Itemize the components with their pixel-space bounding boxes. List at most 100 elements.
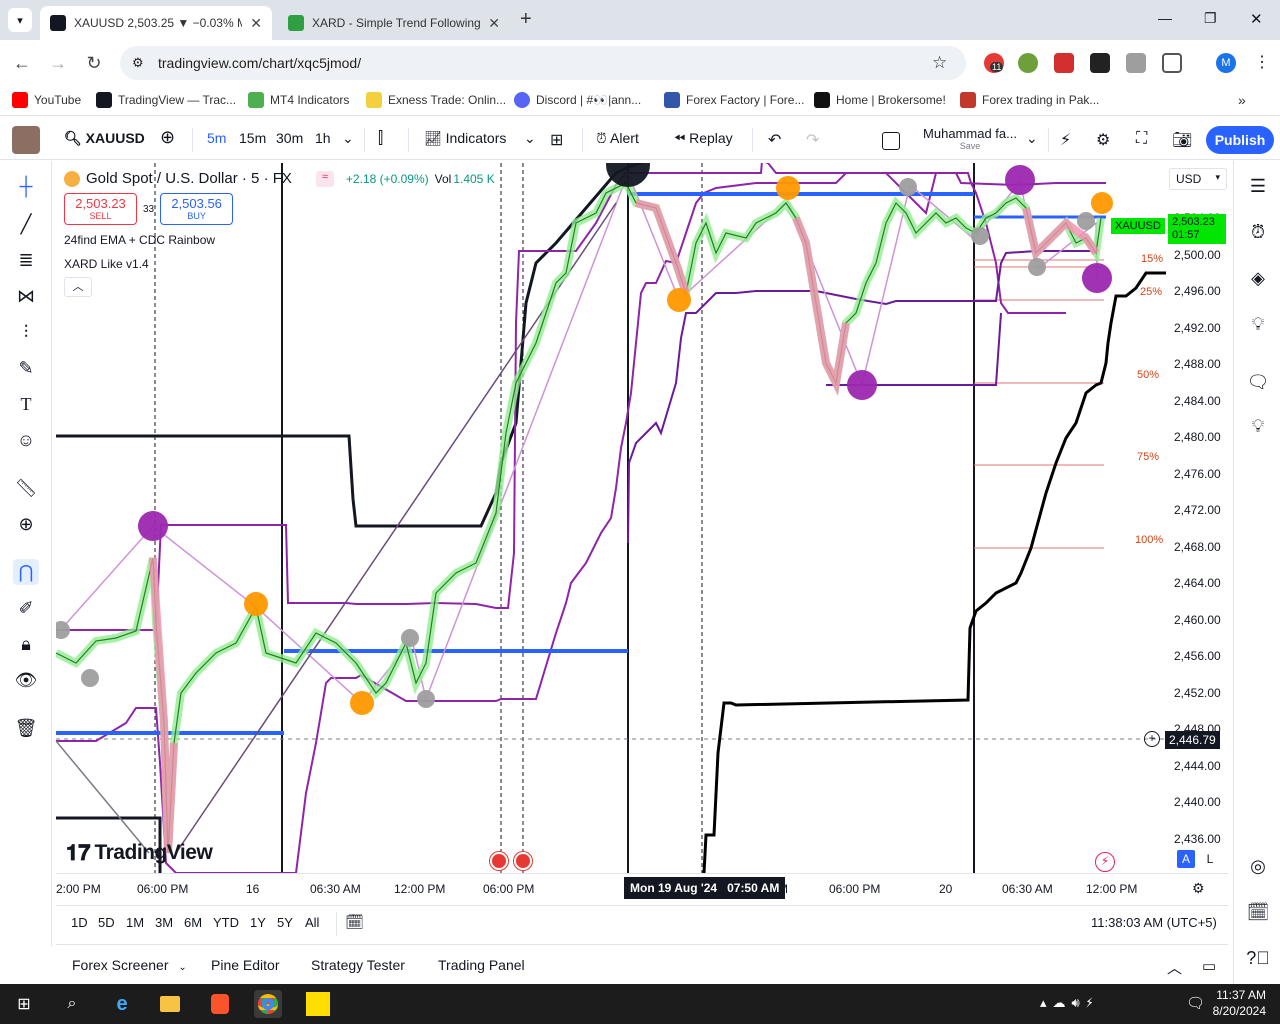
lightning-event-icon[interactable]: ⚡︎ (1095, 852, 1115, 872)
range-1d[interactable]: 1D (71, 915, 88, 930)
bookmark-forex-pak[interactable]: Forex trading in Pak... (960, 92, 1099, 108)
pattern-tool-icon[interactable]: ⋈ (13, 283, 39, 309)
more-bookmarks-button[interactable]: » (1238, 92, 1246, 108)
range-3m[interactable]: 3M (155, 915, 173, 930)
brush-tool-icon[interactable]: ✎ (13, 355, 39, 381)
panel-collapse-chevron-icon[interactable]: ︿ (1167, 957, 1182, 978)
notifications-icon[interactable]: 🗨︎ (1186, 994, 1205, 1012)
close-icon[interactable]: ✕ (480, 15, 500, 32)
fib-retracement-tool-icon[interactable]: ≣ (13, 247, 39, 273)
alert-button[interactable]: ⏰︎ Alert (596, 130, 639, 147)
user-avatar[interactable] (12, 126, 40, 154)
chrome-browser-icon[interactable] (254, 990, 282, 1018)
trend-line-tool-icon[interactable]: ╱ (13, 211, 39, 237)
interval-30m[interactable]: 30m (276, 130, 303, 146)
fullscreen-icon[interactable]: ⛶ (1136, 130, 1147, 148)
layout-chevron-icon[interactable]: ⌄ (1026, 130, 1038, 147)
object-tree-layers-icon[interactable]: ◈ (1245, 265, 1271, 291)
taskbar-clock[interactable]: 11:37 AM 8/20/2024 (1206, 988, 1266, 1018)
search-icon[interactable]: ⌕ (58, 990, 86, 1018)
bookmark-discord[interactable]: Discord | #👀|ann... (514, 92, 641, 108)
extension-recorder-icon[interactable]: 11 (984, 53, 1004, 73)
range-5d[interactable]: 5D (98, 915, 115, 930)
zoom-in-icon[interactable]: ⊕ (13, 511, 39, 537)
time-axis[interactable]: 2:00 PM 06:00 PM 16 06:30 AM 12:00 PM 06… (56, 873, 1228, 901)
bookmark-tradingview[interactable]: TradingView — Trac... (96, 92, 236, 108)
interval-15m[interactable]: 15m (239, 130, 266, 146)
interval-dropdown-chevron-icon[interactable]: ⌄ (342, 130, 354, 147)
ideas-lightbulb-icon[interactable]: 💡︎ (1245, 311, 1271, 337)
close-window-button[interactable]: ✕ (1250, 10, 1263, 28)
sell-button[interactable]: 2,503.23 SELL (64, 193, 137, 225)
templates-grid-icon[interactable]: ⊞ (550, 130, 563, 150)
reload-button[interactable]: ↻ (82, 51, 106, 75)
browser-menu-icon[interactable]: ⋮ (1254, 52, 1270, 72)
chart-type-candles-icon[interactable]: ⫿ (378, 130, 383, 148)
bookmark-star-icon[interactable]: ☆ (932, 53, 947, 73)
us-flag-event-icon[interactable] (490, 852, 508, 870)
us-flag-event-icon[interactable] (514, 852, 532, 870)
bookmark-brokersome[interactable]: Home | Brokersome! (814, 92, 946, 108)
replay-button[interactable]: ⏪︎ Replay (674, 130, 733, 147)
range-all[interactable]: All (305, 915, 319, 930)
extensions-puzzle-icon[interactable] (1162, 53, 1182, 73)
help-icon[interactable]: ?⃝ (1245, 945, 1271, 971)
watchlist-icon[interactable]: ☰ (1245, 173, 1271, 199)
bookmark-youtube[interactable]: YouTube (12, 92, 81, 108)
edge-browser-icon[interactable]: e (108, 990, 136, 1018)
symbol-search[interactable]: 🔍︎ XAUUSD (64, 130, 145, 147)
chat-icon[interactable]: 🗨︎ (1245, 369, 1271, 395)
file-explorer-icon[interactable] (156, 990, 184, 1018)
collapse-legend-button[interactable]: ︿ (64, 277, 92, 297)
tab-pine-editor[interactable]: Pine Editor (211, 957, 279, 973)
log-scale-button[interactable]: L (1201, 850, 1219, 868)
compare-add-button[interactable]: ⊕ (160, 127, 175, 148)
settings-gear-icon[interactable]: ⚙ (1096, 130, 1110, 150)
range-1y[interactable]: 1Y (250, 915, 266, 930)
url-input[interactable]: ⚙ tradingview.com/chart/xqc5jmod/ ☆ (120, 46, 966, 80)
date-range-calendar-icon[interactable]: 🗓︎ (345, 913, 364, 931)
close-icon[interactable]: ✕ (242, 15, 262, 32)
public-ideas-icon[interactable]: 💡︎ (1245, 413, 1271, 439)
clock-timezone[interactable]: 11:38:03 AM (UTC+5) (1091, 915, 1217, 930)
range-6m[interactable]: 6M (184, 915, 202, 930)
buy-button[interactable]: 2,503.56 BUY (160, 193, 234, 225)
windows-start-icon[interactable]: ⊞ (10, 990, 38, 1018)
select-layout-checkbox[interactable] (882, 132, 900, 150)
brave-browser-icon[interactable] (206, 990, 234, 1018)
calendar-icon[interactable]: 🗓︎ (1245, 899, 1271, 925)
auto-scale-button[interactable]: A (1177, 850, 1195, 868)
tab-search-button[interactable]: ▾ (8, 8, 32, 32)
camera-snapshot-icon[interactable]: 📷︎ (1172, 130, 1192, 150)
emoji-tool-icon[interactable]: ☺ (13, 427, 39, 453)
bookmark-mt4[interactable]: MT4 Indicators (248, 92, 349, 108)
currency-select[interactable]: USD ▾ (1169, 168, 1227, 190)
bookmark-exness[interactable]: Exness Trade: Onlin... (366, 92, 506, 108)
forward-button[interactable]: → (46, 51, 70, 75)
tab-forex-screener[interactable]: Forex Screener ⌄ (72, 957, 187, 973)
time-axis-settings-icon[interactable]: ⚙ (1192, 880, 1205, 897)
back-button[interactable]: ← (10, 51, 34, 75)
tab-trading-panel[interactable]: Trading Panel (438, 957, 525, 973)
ruler-measure-icon[interactable]: 📏︎ (13, 475, 39, 501)
minimize-button[interactable]: — (1158, 10, 1172, 26)
tray-icons[interactable]: ▴☁🔊︎⚡︎ (1040, 995, 1099, 1011)
browser-tab-xauusd[interactable]: XAUUSD 2,503.25 ▼ −0.03% M ✕ (40, 6, 272, 40)
range-1m[interactable]: 1M (126, 915, 144, 930)
extension-mask-icon[interactable] (1090, 53, 1110, 73)
extension-qr-icon[interactable] (1126, 53, 1146, 73)
text-tool-icon[interactable]: T (13, 391, 39, 417)
tab-strategy-tester[interactable]: Strategy Tester (311, 957, 405, 973)
browser-tab-xard[interactable]: XARD - Simple Trend Following ✕ (278, 6, 510, 40)
interval-5m[interactable]: 5m (207, 130, 226, 146)
dom-target-icon[interactable]: ◎ (1245, 853, 1271, 879)
extension-play-icon[interactable] (1054, 53, 1074, 73)
layout-name-button[interactable]: Muhammad fa... Save (915, 126, 1025, 151)
magnet-icon[interactable]: ⋂ (13, 559, 39, 585)
symbol-title[interactable]: Gold Spot / U.S. Dollar · 5 · FX (86, 170, 292, 187)
redo-button[interactable]: ↷ (806, 130, 819, 150)
quick-search-icon[interactable]: ⚡︎ (1060, 130, 1071, 150)
interval-1h[interactable]: 1h (315, 130, 331, 146)
extension-globe-icon[interactable] (1018, 53, 1038, 73)
indicators-button[interactable]: 📈︎ Indicators (424, 130, 506, 147)
